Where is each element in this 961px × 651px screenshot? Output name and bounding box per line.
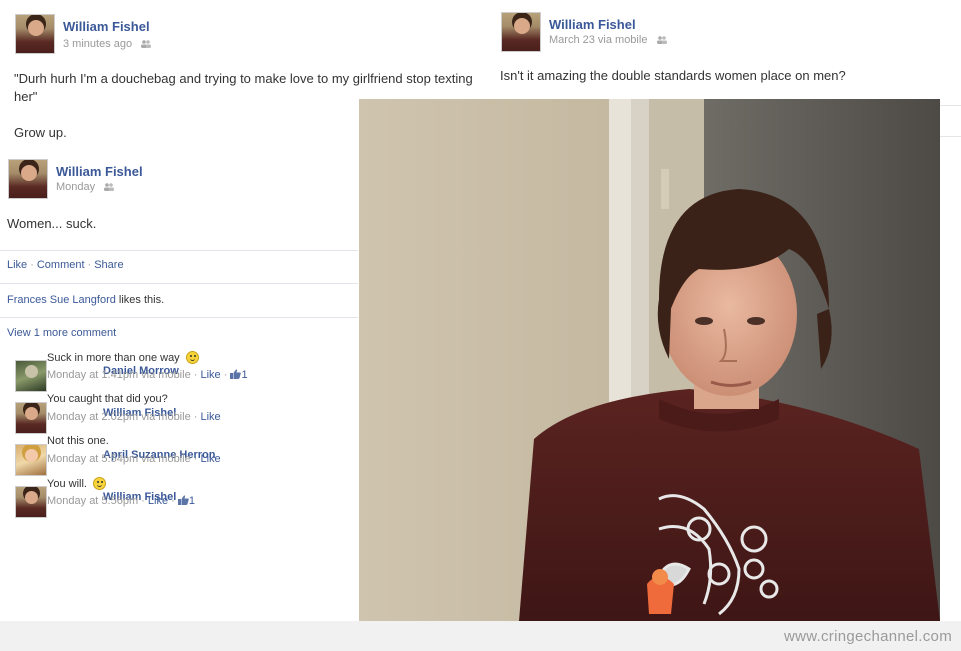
author-name-link[interactable]: William Fishel xyxy=(56,164,143,179)
like-count: 1 xyxy=(188,495,195,507)
comment-link[interactable]: Comment xyxy=(37,259,85,271)
liker-link[interactable]: Frances Sue Langford xyxy=(7,294,116,306)
comment-item: William Fishel You will. Monday at 5:56p… xyxy=(7,477,357,518)
people-icon xyxy=(141,40,152,49)
timestamp-text[interactable]: Monday xyxy=(56,181,95,193)
view-more-comments-link[interactable]: View 1 more comment xyxy=(7,327,116,339)
timestamp-text[interactable]: 3 minutes ago xyxy=(63,38,132,50)
post-timestamp: March 23 via mobile xyxy=(549,34,667,46)
photo-illustration xyxy=(359,99,940,621)
author-name-link[interactable]: William Fishel xyxy=(63,19,150,34)
post-3: William Fishel Monday Women... suck. Lik… xyxy=(0,150,360,520)
post-timestamp: 3 minutes ago xyxy=(63,38,152,50)
commenter-avatar[interactable] xyxy=(15,402,47,434)
share-link[interactable]: Share xyxy=(94,259,123,271)
watermark-text: www.cringechannel.com xyxy=(783,628,952,645)
comment-line: Daniel Morrow Suck in more than one way xyxy=(47,351,199,377)
comment-meta: Monday at 1:41pm via mobile · Like · 1 xyxy=(47,369,248,381)
comment-line: William Fishel You will. xyxy=(47,477,176,503)
comment-time[interactable]: Monday at 5:56pm xyxy=(47,495,138,507)
comment-item: Daniel Morrow Suck in more than one way … xyxy=(7,351,357,392)
likes-summary: Frances Sue Langford likes this. xyxy=(7,294,164,306)
thumbs-up-icon xyxy=(177,495,189,505)
comment-text: Not this one. xyxy=(47,435,109,447)
thumbs-up-icon xyxy=(230,369,242,379)
comment-like-link[interactable]: Like xyxy=(148,495,168,507)
post-text: Isn't it amazing the double standards wo… xyxy=(500,68,846,83)
comment-time[interactable]: Monday at 5:54pm via mobile xyxy=(47,453,191,465)
people-icon xyxy=(104,183,115,192)
comment-meta: Monday at 5:54pm via mobile · Like xyxy=(47,453,221,465)
post-timestamp: Monday xyxy=(56,181,115,193)
likes-suffix: likes this. xyxy=(115,294,165,306)
comment-like-count[interactable]: 1 xyxy=(230,369,248,381)
author-name-link[interactable]: William Fishel xyxy=(549,17,636,32)
divider xyxy=(0,250,358,251)
comment-time[interactable]: Monday at 1:41pm via mobile xyxy=(47,369,191,381)
author-avatar[interactable] xyxy=(501,12,541,52)
comment-item: April Suzanne Herron Not this one. Monda… xyxy=(7,435,357,476)
separator: · xyxy=(30,259,34,271)
comment-like-link[interactable]: Like xyxy=(200,411,220,423)
comment-text: You will. xyxy=(47,478,87,490)
commenter-avatar[interactable] xyxy=(15,360,47,392)
commenter-avatar[interactable] xyxy=(15,444,47,476)
comment-text: You caught that did you? xyxy=(47,393,168,405)
post-2: William Fishel March 23 via mobile Isn't… xyxy=(490,0,961,100)
like-link[interactable]: Like xyxy=(7,259,27,271)
comment-line: April Suzanne Herron Not this one. xyxy=(47,435,215,461)
comment-text: Suck in more than one way xyxy=(47,352,180,364)
comment-like-count[interactable]: 1 xyxy=(177,495,195,507)
comment-like-link[interactable]: Like xyxy=(200,369,220,381)
smiley-icon xyxy=(185,351,199,364)
divider xyxy=(0,283,358,284)
post-text: Women... suck. xyxy=(7,216,97,231)
comment-item: William Fishel You caught that did you? … xyxy=(7,393,357,434)
post-actions: Like · Comment · Share xyxy=(7,259,124,271)
commenter-avatar[interactable] xyxy=(15,486,47,518)
comment-line: William Fishel You caught that did you? xyxy=(47,393,176,419)
comment-like-link[interactable]: Like xyxy=(200,453,220,465)
comment-meta: Monday at 5:56pm · Like · 1 xyxy=(47,495,195,507)
like-count: 1 xyxy=(241,369,248,381)
separator: · xyxy=(87,259,92,271)
person-photo xyxy=(359,99,940,621)
people-icon xyxy=(656,36,667,45)
smiley-icon xyxy=(93,477,107,490)
timestamp-text[interactable]: March 23 via mobile xyxy=(549,34,647,46)
post-2-divider-edge xyxy=(940,105,961,137)
comment-time[interactable]: Monday at 2:02pm via mobile xyxy=(47,411,191,423)
divider xyxy=(0,317,358,318)
author-avatar[interactable] xyxy=(8,159,48,199)
comment-meta: Monday at 2:02pm via mobile · Like xyxy=(47,411,221,423)
author-avatar[interactable] xyxy=(15,14,55,54)
footer-bar: www.cringechannel.com xyxy=(0,621,961,651)
